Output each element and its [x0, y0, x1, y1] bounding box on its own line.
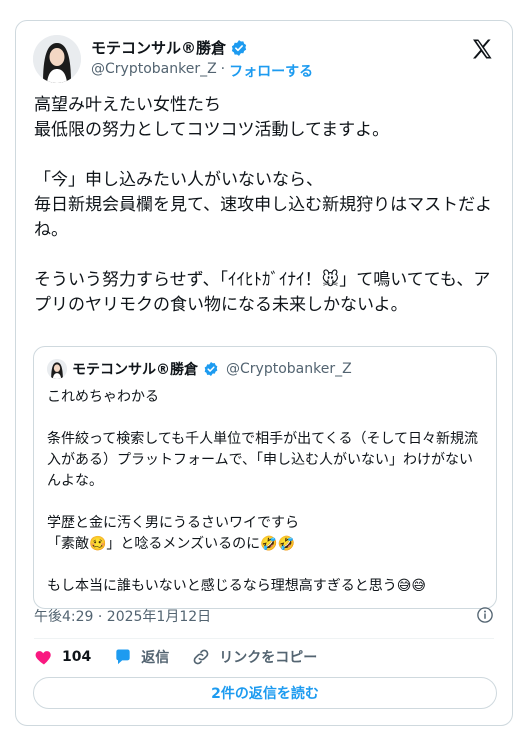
author-handle-row: @Cryptobanker_Z · フォローする [91, 61, 313, 81]
quoted-author-avatar [47, 359, 67, 379]
heart-icon [35, 651, 51, 665]
like-button[interactable]: 104 [34, 647, 91, 667]
tweet-body: 高望み叶えたい女性たち 最低限の努力としてコツコツ活動してますよ。 「今」申し込… [34, 93, 499, 343]
quoted-tweet[interactable]: モテコンサル®勝倉 @Cryptobanker_Z これめちゃわかる 条件絞って… [33, 346, 497, 609]
quoted-tweet-text: これめちゃわかる 条件絞って検索しても千人単位で相手が出てくる（そして日々新規流… [47, 387, 487, 618]
link-icon [193, 649, 209, 665]
like-count: 104 [62, 649, 92, 665]
quoted-paragraph: もし本当に誰もいないと感じるなら理想高すぎると思う😅😅 [47, 578, 426, 594]
follow-button[interactable]: フォローする [229, 61, 313, 81]
handle-separator: · [220, 61, 226, 77]
quoted-paragraph: これめちゃわかる [47, 389, 159, 405]
quoted-tweet-header: モテコンサル®勝倉 @Cryptobanker_Z [47, 359, 352, 379]
reply-bubble-icon [116, 649, 130, 665]
copy-link-button[interactable]: リンクをコピー [191, 647, 317, 667]
quoted-author-handle: @Cryptobanker_Z [226, 361, 352, 377]
tweet-paragraph: そういう努力すらせず、「ｲｲﾋﾄｶﾞｲﾅｲ！🐭」て鳴いてても、アプリのヤリモクの… [34, 270, 491, 315]
quoted-paragraph: 学歴と金に汚く男にうるさいワイですら 「素敵🥴」と唸るメンズいるのに🤣🤣 [47, 515, 299, 552]
tweet-paragraph: 「今」申し込みたい人がいないなら、 毎日新規会員欄を見て、速攻申し込む新規狩りは… [34, 170, 493, 240]
tweet-timestamp[interactable]: 午後4:29 · 2025年1月12日 [34, 606, 211, 626]
tweet-card: モテコンサル®勝倉 @Cryptobanker_Z · フォローする 高望み叶え… [15, 20, 513, 726]
author-name-row: モテコンサル®勝倉 [91, 37, 248, 58]
verified-badge-icon [204, 362, 218, 376]
action-bar: 104 返信 リンクをコピー [34, 647, 339, 667]
reply-label: 返信 [141, 650, 170, 666]
copy-link-label: リンクをコピー [219, 650, 318, 666]
verified-badge-icon [231, 39, 247, 56]
info-icon[interactable] [476, 606, 494, 624]
quoted-author-name: モテコンサル®勝倉 [72, 362, 198, 378]
author-name[interactable]: モテコンサル®勝倉 [91, 37, 226, 58]
x-logo-icon[interactable] [470, 37, 494, 61]
divider [34, 638, 494, 639]
author-handle[interactable]: @Cryptobanker_Z [91, 61, 217, 81]
reply-button[interactable]: 返信 [113, 647, 169, 667]
author-avatar[interactable] [33, 35, 81, 83]
tweet-paragraph: 高望み叶えたい女性たち 最低限の努力としてコツコツ活動してますよ。 [34, 95, 390, 140]
quoted-paragraph: 条件絞って検索しても千人単位で相手が出てくる（そして日々新規流入がある）プラット… [47, 431, 479, 489]
read-replies-button[interactable]: 2件の返信を読む [33, 677, 497, 709]
